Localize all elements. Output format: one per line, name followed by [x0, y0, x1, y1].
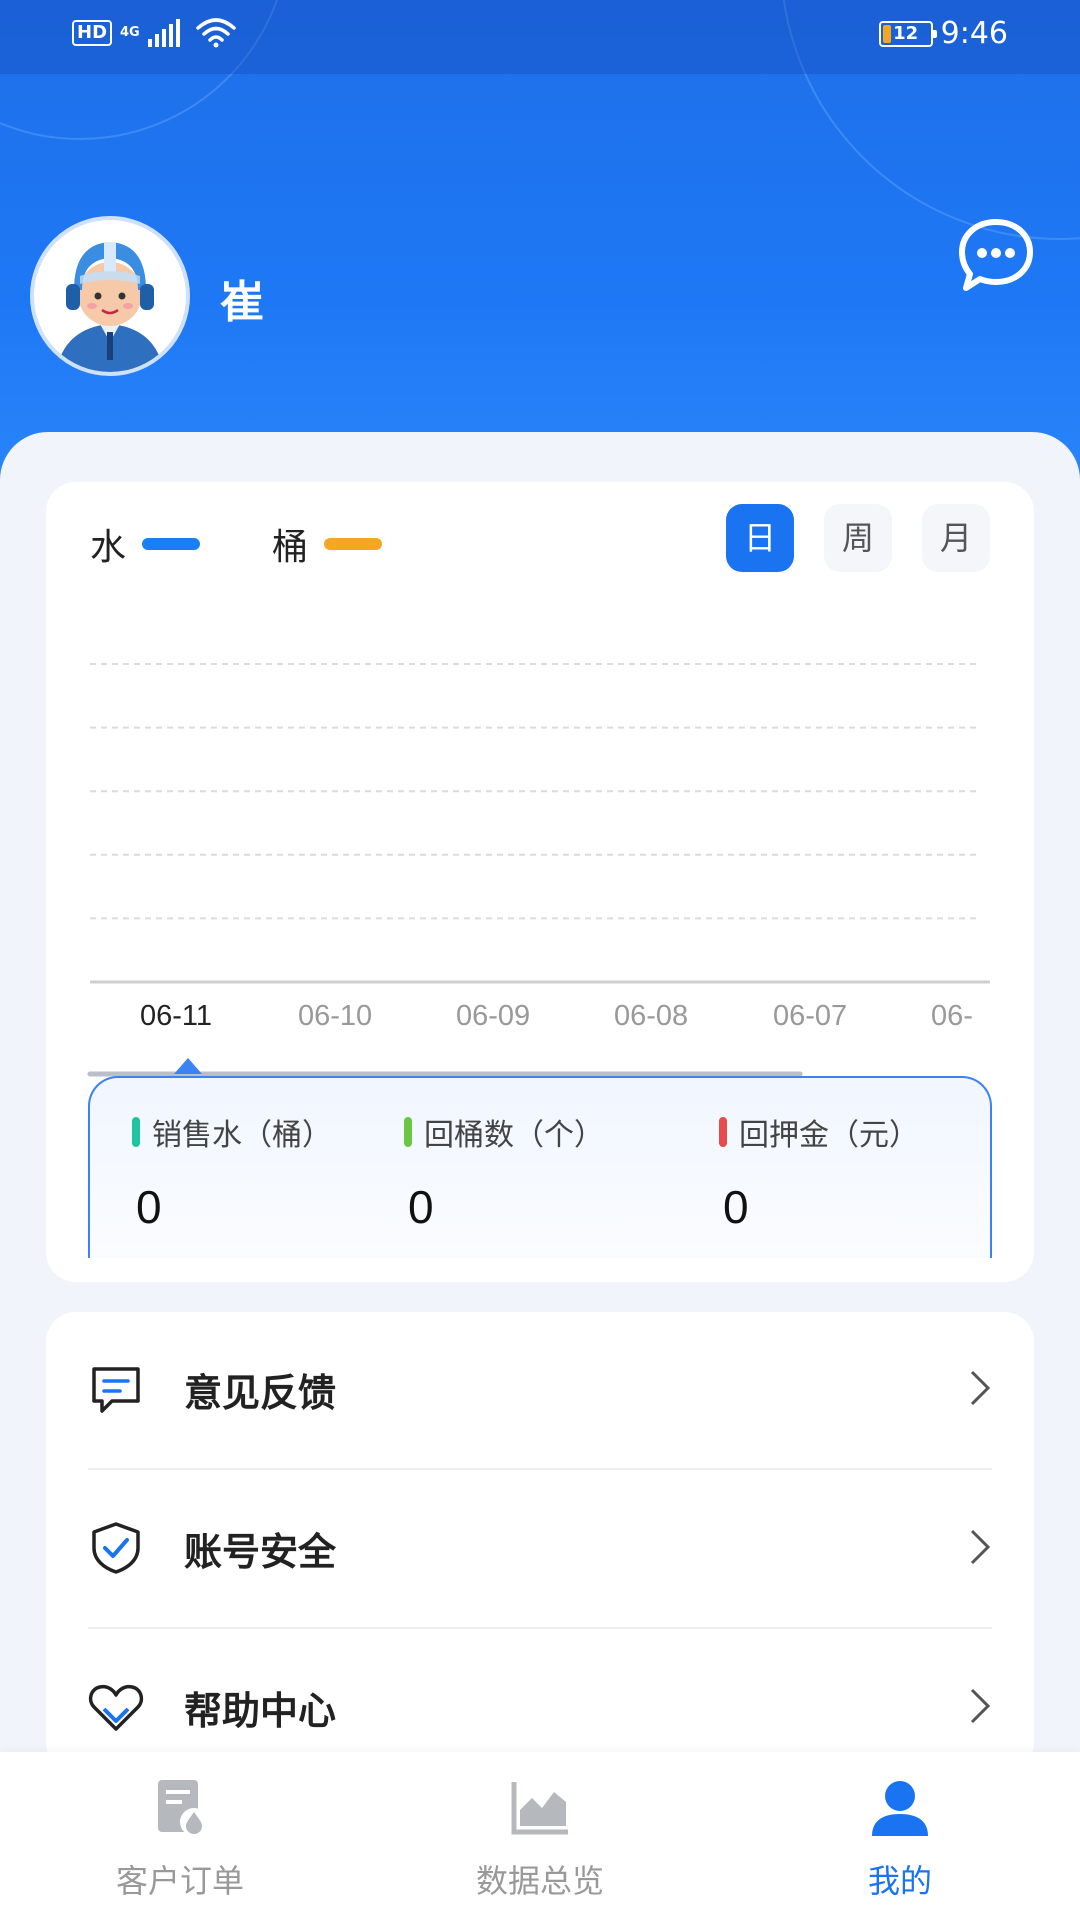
stat-value: 0 — [408, 1181, 434, 1233]
clock: 9:46 — [940, 16, 1008, 51]
nav-label: 我的 — [867, 1862, 932, 1900]
date-label[interactable]: 06-07 — [773, 1000, 847, 1033]
heart-help-icon — [88, 1684, 144, 1731]
shield-check-icon — [92, 1522, 140, 1574]
menu-label: 意见反馈 — [184, 1370, 337, 1415]
stat-sold-water: 销售水（桶） 0 — [132, 1110, 332, 1234]
date-label[interactable]: 06-10 — [298, 1000, 372, 1033]
stat-returned-buckets: 回桶数（个） 0 — [404, 1110, 604, 1234]
nav-tab-data-overview[interactable]: 数据总览 — [390, 1752, 690, 1920]
stat-label: 回押金（元） — [739, 1118, 919, 1153]
nav-tab-mine[interactable]: 我的 — [750, 1752, 1050, 1920]
stat-returned-deposit: 回押金（元） 0 — [719, 1110, 919, 1234]
period-tab-week[interactable]: 周 — [824, 504, 892, 572]
feedback-icon — [92, 1367, 140, 1413]
stat-marker — [719, 1117, 727, 1147]
period-tab-day[interactable]: 日 — [726, 504, 794, 572]
status-bar: HD 4G 12 9:46 — [0, 0, 1080, 74]
battery-icon: 12 — [878, 20, 937, 47]
menu-label: 帮助中心 — [184, 1688, 337, 1733]
stat-value: 0 — [136, 1181, 162, 1233]
stat-label: 回桶数（个） — [424, 1118, 604, 1153]
chevron-right-icon — [970, 1688, 991, 1724]
user-name: 崔 — [220, 277, 264, 328]
network-type: 4G — [120, 25, 140, 40]
message-icon[interactable] — [956, 216, 1036, 296]
menu-item-account-security[interactable]: 账号安全 — [88, 1469, 992, 1627]
order-icon — [158, 1780, 208, 1836]
date-label[interactable]: 06-08 — [614, 1000, 688, 1033]
signal-icon — [147, 19, 180, 47]
legend-swatch-water — [142, 538, 201, 550]
date-label[interactable]: 06-09 — [456, 1000, 530, 1033]
nav-label: 客户订单 — [115, 1862, 244, 1900]
stat-marker — [132, 1117, 140, 1147]
stat-marker — [404, 1117, 412, 1147]
date-label[interactable]: 06- — [931, 1000, 973, 1033]
chart-icon — [511, 1782, 568, 1835]
nav-tab-customer-orders[interactable]: 客户订单 — [30, 1752, 330, 1920]
date-label-selected[interactable]: 06-11 — [140, 1000, 212, 1033]
period-tab-month[interactable]: 月 — [922, 504, 990, 572]
user-icon — [872, 1781, 928, 1836]
bottom-navigation: 客户订单 数据总览 我的 — [0, 1752, 1080, 1920]
avatar-illustration — [34, 220, 186, 372]
avatar[interactable] — [30, 216, 190, 376]
chevron-right-icon — [970, 1370, 991, 1406]
stat-value: 0 — [723, 1181, 749, 1233]
legend-water: 水 — [90, 518, 201, 570]
nav-label: 数据总览 — [475, 1862, 604, 1900]
wifi-icon — [195, 18, 236, 48]
menu-item-feedback[interactable]: 意见反馈 — [88, 1310, 992, 1468]
legend-swatch-bucket — [324, 538, 383, 550]
stat-label: 销售水（桶） — [152, 1118, 332, 1153]
legend-label: 水 — [90, 527, 127, 568]
menu-label: 账号安全 — [184, 1529, 337, 1574]
legend-bucket: 桶 — [272, 518, 383, 570]
legend-label: 桶 — [272, 527, 309, 568]
hd-indicator: HD — [72, 20, 113, 46]
chevron-right-icon — [970, 1529, 991, 1565]
